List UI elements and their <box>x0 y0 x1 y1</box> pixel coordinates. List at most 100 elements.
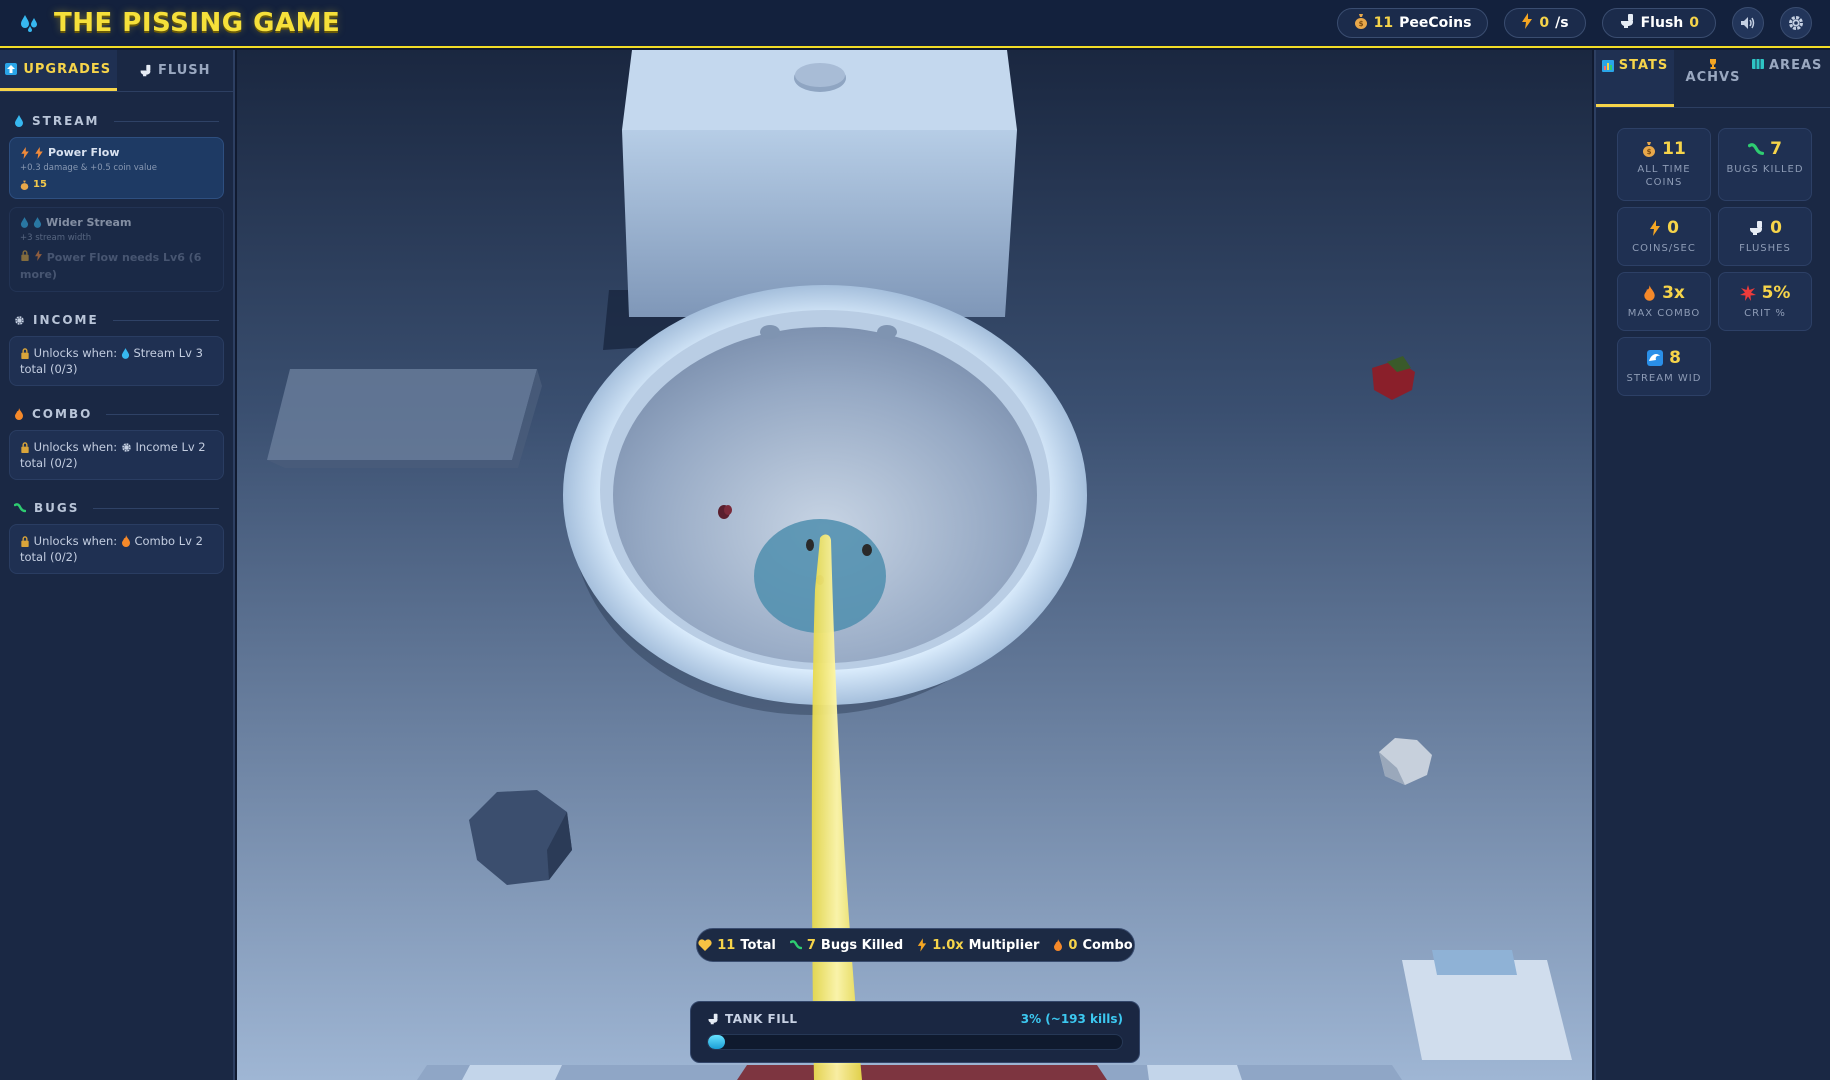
flush-label: Flush <box>1640 15 1684 31</box>
section-stream: STREAM <box>0 113 233 129</box>
section-bugs-title: BUGS <box>34 501 80 515</box>
tab-areas-label: AREAS <box>1769 58 1823 73</box>
unlock-prefix: Unlocks when: <box>33 440 118 454</box>
game-scene[interactable] <box>237 50 1592 1080</box>
hud-combo-label: Combo <box>1082 937 1133 953</box>
toilet-icon <box>1750 221 1763 235</box>
upgrades-panel: UPGRADES FLUSH STREAM Power Flow +0.3 da… <box>0 50 235 1080</box>
tab-upgrades-label: UPGRADES <box>23 61 112 77</box>
hud-mult-label: Multiplier <box>968 937 1040 953</box>
money-bag-icon: $ <box>1354 13 1368 33</box>
stat-bugs-killed: 7 BUGS KILLED <box>1718 128 1812 201</box>
section-combo: COMBO <box>0 406 233 422</box>
upgrade-arrow-icon <box>5 63 18 75</box>
rate-pill: 0 /s <box>1504 8 1586 38</box>
hud-total-label: Total <box>740 937 776 953</box>
upgrade-desc: +0.3 damage & +0.5 coin value <box>20 163 157 173</box>
hud-bugs-killed: 7 Bugs Killed <box>789 937 903 953</box>
worm-icon <box>1748 142 1765 155</box>
left-tabs: UPGRADES FLUSH <box>0 50 233 92</box>
stat-value: 7 <box>1770 139 1782 159</box>
upgrade-lock-text: Power Flow needs Lv6 (6 more) <box>20 251 202 281</box>
section-divider <box>106 413 219 415</box>
section-combo-title: COMBO <box>32 407 93 421</box>
bath-rug <box>267 369 537 460</box>
droplets-logo-icon <box>21 15 37 32</box>
stats-panel: STATS ACHVS AREAS $ 11 ALL TIME COINS 7 … <box>1594 50 1830 1080</box>
lock-icon <box>21 442 29 453</box>
bugs-locked-card: Unlocks when: Combo Lv 2 total (0/2) <box>9 524 224 574</box>
bugs-unlock-text: Unlocks when: Combo Lv 2 total (0/2) <box>20 533 213 565</box>
header-stats: $ 11 PeeCoins 0 /s Flush 0 <box>1336 7 1812 39</box>
upgrade-cost-value: 15 <box>33 179 47 190</box>
heart-icon <box>698 939 712 951</box>
tab-achievements[interactable]: ACHVS <box>1674 50 1752 107</box>
unlock-requirement: Stream Lv 3 <box>133 346 203 360</box>
tab-stats[interactable]: STATS <box>1596 50 1674 107</box>
settings-button[interactable] <box>1780 7 1812 39</box>
burst-icon <box>1739 285 1756 301</box>
stats-grid: $ 11 ALL TIME COINS 7 BUGS KILLED 0 COIN… <box>1596 108 1830 396</box>
lightning-icon <box>1521 13 1533 33</box>
combo-locked-card: Unlocks when: Income Lv 2 total (0/2) <box>9 430 224 480</box>
droplet-icon <box>33 217 42 228</box>
stat-max-combo: 3x MAX COMBO <box>1617 272 1711 331</box>
tank-fill-bar <box>708 1035 725 1049</box>
gear-icon <box>122 443 131 452</box>
fire-icon <box>1644 285 1655 301</box>
stat-value: 3x <box>1662 283 1685 303</box>
coins-label: PeeCoins <box>1399 15 1472 31</box>
tab-achievements-label: ACHVS <box>1685 70 1741 85</box>
unlock-prefix: Unlocks when: <box>33 346 118 360</box>
stat-value: 11 <box>1662 139 1686 159</box>
wave-icon <box>1647 350 1664 366</box>
fire-icon <box>1054 939 1063 951</box>
stat-label: STREAM WID <box>1626 373 1702 384</box>
unlock-progress: total (0/3) <box>20 362 78 376</box>
hud-combo-value: 0 <box>1068 937 1078 953</box>
sound-button[interactable] <box>1732 7 1764 39</box>
stat-label: MAX COMBO <box>1627 308 1701 319</box>
toilet-icon <box>140 64 151 77</box>
upgrade-power-flow[interactable]: Power Flow +0.3 damage & +0.5 coin value… <box>9 137 224 199</box>
flush-button[interactable]: Flush 0 <box>1601 8 1716 38</box>
coins-pill: $ 11 PeeCoins <box>1336 8 1489 38</box>
section-divider <box>112 319 219 321</box>
hud-summary-bar: 11 Total 7 Bugs Killed 1.0x Multiplier 0… <box>696 928 1135 962</box>
hud-bugs-value: 7 <box>806 937 816 953</box>
stat-coins-per-sec: 0 COINS/SEC <box>1617 207 1711 266</box>
toilet-icon <box>708 1013 718 1025</box>
rate-value: 0 <box>1539 15 1550 31</box>
combo-unlock-text: Unlocks when: Income Lv 2 total (0/2) <box>20 439 213 471</box>
income-locked-card: Unlocks when: Stream Lv 3 total (0/3) <box>9 336 224 386</box>
lightning-icon <box>918 938 927 952</box>
tab-flush[interactable]: FLUSH <box>117 50 234 91</box>
section-income: INCOME <box>0 312 233 328</box>
tab-areas[interactable]: AREAS <box>1752 50 1830 107</box>
game-title: THE PISSING GAME <box>54 8 341 38</box>
droplet-icon <box>121 348 129 359</box>
right-tabs: STATS ACHVS AREAS <box>1596 50 1830 108</box>
upgrade-wider-stream[interactable]: Wider Stream +3 stream width Power Flow … <box>9 207 224 292</box>
stat-label: ALL TIME COINS <box>1637 164 1691 188</box>
section-bugs: BUGS <box>0 500 233 516</box>
hud-total-value: 11 <box>717 937 736 953</box>
upgrade-desc: +3 stream width <box>20 233 92 243</box>
game-viewport[interactable]: 11 Total 7 Bugs Killed 1.0x Multiplier 0… <box>237 50 1592 1080</box>
tank-fill-header: TANK FILL 3% (~193 kills) <box>707 1012 1123 1026</box>
stat-value: 0 <box>1667 218 1679 238</box>
unlock-progress: total (0/2) <box>20 550 78 564</box>
upgrade-lock-requirement: Power Flow needs Lv6 (6 more) <box>20 249 213 283</box>
section-stream-title: STREAM <box>32 114 100 128</box>
unlock-progress: total (0/2) <box>20 456 78 470</box>
bug <box>806 539 814 551</box>
bug <box>862 544 872 556</box>
stat-crit-percent: 5% CRIT % <box>1718 272 1812 331</box>
tab-upgrades[interactable]: UPGRADES <box>0 50 117 91</box>
money-bag-icon <box>20 180 29 190</box>
money-bag-icon: $ <box>1643 142 1656 157</box>
tank-fill-label: TANK FILL <box>707 1012 798 1026</box>
stat-value: 8 <box>1669 348 1681 368</box>
chart-icon <box>1601 59 1614 72</box>
section-income-title: INCOME <box>33 313 99 327</box>
